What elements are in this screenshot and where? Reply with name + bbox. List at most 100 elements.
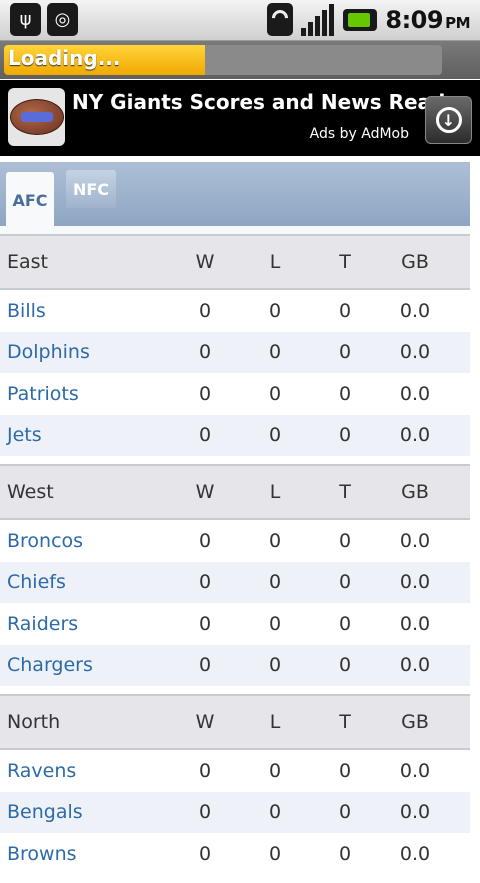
column-header-gb: GB [401, 481, 429, 503]
ad-title: NY Giants Scores and News Reader [72, 90, 469, 114]
team-games-behind: 0.0 [399, 424, 431, 447]
team-row[interactable]: Ravens 0 0 0 0.0 [0, 750, 470, 792]
team-wins: 0 [198, 529, 212, 552]
team-games-behind: 0.0 [399, 571, 431, 594]
team-ties: 0 [338, 571, 352, 594]
loading-label: Loading... [8, 46, 121, 70]
team-name-link[interactable]: Bengals [0, 801, 170, 823]
team-games-behind: 0.0 [399, 529, 431, 552]
team-games-behind: 0.0 [399, 654, 431, 677]
tab-afc[interactable]: AFC [6, 172, 54, 228]
team-wins: 0 [198, 299, 212, 322]
division-name: East [7, 251, 48, 273]
loading-bar: Loading... [0, 41, 480, 79]
column-header-gb: GB [401, 251, 429, 273]
team-name-link[interactable]: Bills [0, 300, 170, 322]
team-losses: 0 [268, 654, 282, 677]
signal-icon [301, 3, 335, 36]
team-row[interactable]: Jets 0 0 0 0.0 [0, 414, 470, 456]
division-header: West W L T GB [0, 464, 470, 520]
clock-time: 8:09 [385, 5, 444, 34]
tab-nfc[interactable]: NFC [66, 170, 116, 208]
division-west: West W L T GB Broncos 0 0 0 0.0 Chiefs 0 0 0 0.0 Raider… [0, 464, 470, 686]
column-header-l: L [269, 251, 281, 273]
team-wins: 0 [198, 759, 212, 782]
notification-icons: ψ ◎ [10, 3, 78, 36]
team-ties: 0 [338, 801, 352, 824]
team-losses: 0 [268, 299, 282, 322]
team-wins: 0 [198, 612, 212, 635]
team-games-behind: 0.0 [399, 341, 431, 364]
team-games-behind: 0.0 [399, 759, 431, 782]
standings-table: East W L T GB Bills 0 0 0 0.0 Dolphins 0 0 0 0.0 Patrio… [0, 234, 470, 883]
battery-charging-icon [343, 8, 378, 31]
team-name-link[interactable]: Raiders [0, 613, 170, 635]
team-name-link[interactable]: Patriots [0, 383, 170, 405]
team-losses: 0 [268, 382, 282, 405]
team-name-link[interactable]: Ravens [0, 760, 170, 782]
team-row[interactable]: Patriots 0 0 0 0.0 [0, 373, 470, 415]
ad-attribution: Ads by AdMob [309, 126, 409, 142]
team-row[interactable]: Raiders 0 0 0 0.0 [0, 603, 470, 645]
column-header-gb: GB [401, 711, 429, 733]
division-north: North W L T GB Ravens 0 0 0 0.0 Bengals 0 0 0 0.0 Brown… [0, 694, 470, 875]
team-name-link[interactable]: Jets [0, 424, 170, 446]
team-name-link[interactable]: Dolphins [0, 341, 170, 363]
team-losses: 0 [268, 341, 282, 364]
team-games-behind: 0.0 [399, 801, 431, 824]
team-row[interactable]: Chargers 0 0 0 0.0 [0, 644, 470, 686]
status-bar: ψ ◎ 8:09 PM [0, 0, 480, 41]
team-ties: 0 [338, 654, 352, 677]
team-row[interactable]: Chiefs 0 0 0 0.0 [0, 561, 470, 603]
column-header-t: T [339, 481, 351, 503]
team-losses: 0 [268, 529, 282, 552]
team-losses: 0 [268, 759, 282, 782]
team-row[interactable]: Broncos 0 0 0 0.0 [0, 520, 470, 562]
ad-banner[interactable]: NY Giants Scores and News Reader Ads by … [0, 80, 480, 156]
team-row[interactable]: Bills 0 0 0 0.0 [0, 290, 470, 332]
ad-download-button[interactable]: ↓ [425, 96, 472, 144]
team-row[interactable]: Dolphins 0 0 0 0.0 [0, 331, 470, 373]
column-header-t: T [339, 711, 351, 733]
division-east: East W L T GB Bills 0 0 0 0.0 Dolphins 0 0 0 0.0 Patrio… [0, 234, 470, 456]
column-header-l: L [269, 481, 281, 503]
clock-ampm: PM [445, 13, 470, 32]
team-ties: 0 [338, 299, 352, 322]
clock: 8:09 PM [385, 6, 470, 34]
team-losses: 0 [268, 801, 282, 824]
team-name-link[interactable]: Chiefs [0, 571, 170, 593]
team-name-link[interactable]: Chargers [0, 654, 170, 676]
download-arrow-icon: ↓ [435, 107, 462, 133]
team-ties: 0 [338, 341, 352, 364]
team-ties: 0 [338, 759, 352, 782]
tab-underline [0, 226, 470, 234]
team-wins: 0 [198, 654, 212, 677]
team-wins: 0 [198, 382, 212, 405]
team-row[interactable]: Bengals 0 0 0 0.0 [0, 791, 470, 833]
football-logo-icon [8, 88, 65, 146]
team-games-behind: 0.0 [399, 612, 431, 635]
wifi-icon [267, 3, 294, 36]
division-name: West [7, 481, 54, 503]
team-ties: 0 [338, 382, 352, 405]
column-header-l: L [269, 711, 281, 733]
team-losses: 0 [268, 612, 282, 635]
android-debug-icon: ◎ [47, 3, 78, 36]
conference-tabs: AFC NFC [0, 162, 470, 228]
team-games-behind: 0.0 [399, 299, 431, 322]
division-header: East W L T GB [0, 234, 470, 290]
team-games-behind: 0.0 [399, 382, 431, 405]
team-wins: 0 [198, 801, 212, 824]
division-header: North W L T GB [0, 694, 470, 750]
team-ties: 0 [338, 529, 352, 552]
team-losses: 0 [268, 424, 282, 447]
team-losses: 0 [268, 571, 282, 594]
team-name-link[interactable]: Broncos [0, 530, 170, 552]
team-wins: 0 [198, 341, 212, 364]
team-ties: 0 [338, 612, 352, 635]
column-header-w: W [195, 711, 215, 733]
team-ties: 0 [338, 424, 352, 447]
team-wins: 0 [198, 571, 212, 594]
column-header-w: W [195, 251, 215, 273]
division-name: North [7, 711, 61, 733]
